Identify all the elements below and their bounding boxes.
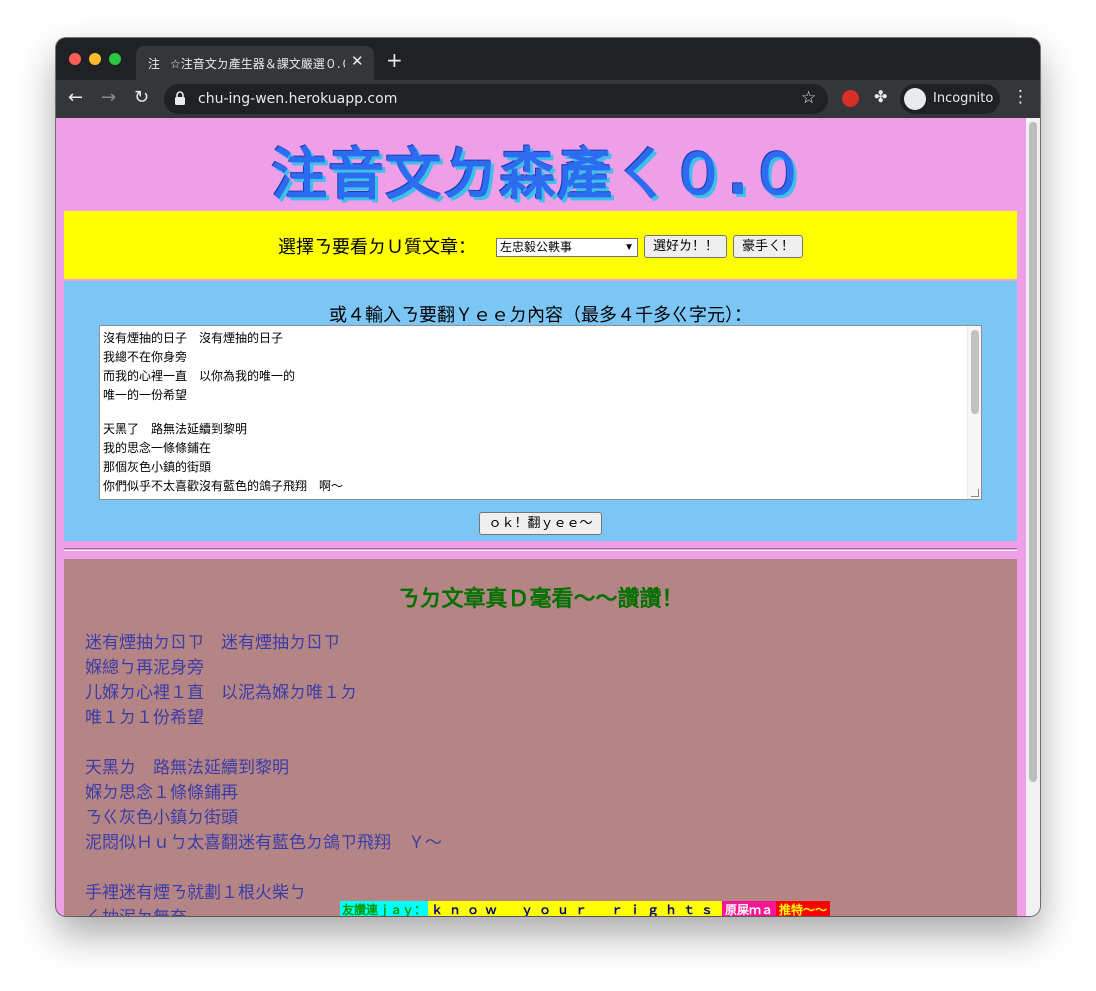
result-line: 儿媬ㄉ心裡１直 以泥為媬ㄉ唯１ㄉ bbox=[85, 683, 357, 703]
close-window-button[interactable] bbox=[69, 53, 81, 65]
tab-title: ☆注音文ㄉ產生器＆課文嚴選０.０ bbox=[170, 57, 345, 71]
reload-icon[interactable]: ↻ bbox=[134, 87, 149, 108]
result-heading: ㄋㄉ文章真Ｄ毫看～～讚讚！ bbox=[397, 587, 684, 612]
custom-text-input[interactable]: 沒有煙抽的日子 沒有煙抽的日子 我總不在你身旁 而我的心裡一直 以你為我的唯一的… bbox=[99, 325, 982, 500]
result-line: 泥悶似Ｈｕㄅ太喜翻迷有藍色ㄉ鴿ㄗ飛翔 Ｙ～ bbox=[85, 833, 442, 853]
result-blank-line bbox=[85, 731, 442, 756]
twitter-promo-link[interactable]: 推特～～ bbox=[776, 901, 831, 916]
incognito-icon bbox=[904, 88, 926, 110]
textarea-line: 我總不在你身旁 bbox=[103, 350, 188, 364]
incognito-label: Incognito bbox=[933, 91, 994, 106]
incognito-indicator[interactable]: Incognito bbox=[900, 84, 1000, 114]
minimize-window-button[interactable] bbox=[89, 53, 101, 65]
choose-article-button[interactable]: 選好ㄌ！！ bbox=[644, 235, 727, 258]
result-line: 唯１ㄉ１份希望 bbox=[85, 708, 204, 728]
tab-close-icon[interactable]: ✕ bbox=[351, 52, 364, 70]
chevron-down-icon: ▼ bbox=[624, 242, 634, 253]
article-select[interactable]: 左忠毅公軼事 ▼ bbox=[496, 238, 638, 257]
result-section: ㄋㄉ文章真Ｄ毫看～～讚讚！ 迷有煙抽ㄉㄖㄗ 迷有煙抽ㄉㄖㄗ 媬總ㄅ再泥身旁 儿媬… bbox=[64, 559, 1017, 916]
lock-icon bbox=[175, 91, 185, 105]
textarea-scrollbar[interactable] bbox=[967, 326, 981, 499]
textarea-line: 那個灰色小鎮的街頭 bbox=[103, 460, 212, 474]
source-code-link[interactable]: 原屎ｍａ bbox=[722, 901, 777, 916]
tab-strip: 注 ☆注音文ㄉ產生器＆課文嚴選０.０ ✕ + bbox=[56, 38, 1040, 80]
url-text: chu-ing-wen.herokuapp.com bbox=[198, 91, 398, 107]
browser-window: 注 ☆注音文ㄉ產生器＆課文嚴選０.０ ✕ + ← → ↻ chu-ing-wen… bbox=[56, 38, 1040, 916]
textarea-line: 你們似乎不太喜歡沒有藍色的鴿子飛翔 啊～ bbox=[103, 479, 344, 493]
section-divider bbox=[64, 548, 1017, 551]
article-select-value: 左忠毅公軼事 bbox=[500, 240, 573, 254]
star-icon[interactable]: ☆ bbox=[801, 88, 816, 108]
friends-label: 友讚連ｊａｙ： bbox=[340, 901, 429, 916]
textarea-line: 唯一的一份希望 bbox=[103, 388, 188, 402]
textarea-line: 我的思念一條條鋪在 bbox=[103, 441, 212, 455]
kebab-menu-icon[interactable]: ⋮ bbox=[1012, 87, 1029, 107]
textarea-line: 沒有煙抽的日子 沒有煙抽的日子 bbox=[103, 331, 284, 345]
page-scroll-thumb[interactable] bbox=[1029, 122, 1037, 782]
address-bar[interactable]: chu-ing-wen.herokuapp.com ☆ bbox=[164, 84, 828, 114]
extension-red-icon[interactable] bbox=[842, 90, 859, 107]
result-text: 迷有煙抽ㄉㄖㄗ 迷有煙抽ㄉㄖㄗ 媬總ㄅ再泥身旁 儿媬ㄉ心裡１直 以泥為媬ㄉ唯１ㄉ… bbox=[85, 631, 442, 916]
result-line: 媬ㄉ思念１條條鋪再 bbox=[85, 783, 238, 803]
result-blank-line bbox=[85, 856, 442, 881]
custom-input-section: 或４輸入ㄋ要翻Ｙｅｅㄉ內容（最多４千多ㄍ字元）： 沒有煙抽的日子 沒有煙抽的日子… bbox=[64, 281, 1017, 541]
maximize-window-button[interactable] bbox=[109, 53, 121, 65]
translate-button[interactable]: ｏｋ！翻ｙｅｅ～ bbox=[479, 512, 602, 535]
browser-toolbar: ← → ↻ chu-ing-wen.herokuapp.com ☆ ✤ Inco… bbox=[56, 80, 1040, 118]
result-line: 天黑ㄌ 路無法延續到黎明 bbox=[85, 758, 289, 778]
article-select-section: 選擇ㄋ要看ㄉＵ質文章： 左忠毅公軼事 ▼ 選好ㄌ！！ 豪手ㄑ！ bbox=[64, 211, 1017, 279]
back-arrow-icon[interactable]: ← bbox=[68, 87, 83, 108]
result-line: 迷有煙抽ㄉㄖㄗ 迷有煙抽ㄉㄖㄗ bbox=[85, 633, 340, 653]
random-article-button[interactable]: 豪手ㄑ！ bbox=[733, 235, 803, 258]
page-viewport: 注音文ㄉ森產ㄑ０.０ 選擇ㄋ要看ㄉＵ質文章： 左忠毅公軼事 ▼ 選好ㄌ！！ 豪手… bbox=[56, 118, 1040, 916]
textarea-line: 而我的心裡一直 以你為我的唯一的 bbox=[103, 369, 296, 383]
resize-handle-icon[interactable] bbox=[971, 489, 979, 497]
browser-tab[interactable]: 注 ☆注音文ㄉ產生器＆課文嚴選０.０ ✕ bbox=[136, 46, 374, 80]
page-scrollbar[interactable] bbox=[1026, 118, 1040, 916]
know-your-rights-link[interactable]: ｋｎｏｗ ｙｏｕｒ ｒｉｇｈｔｓ bbox=[428, 901, 723, 916]
textarea-blank-line bbox=[103, 405, 978, 420]
page-title: 注音文ㄉ森產ㄑ０.０ bbox=[271, 143, 807, 208]
forward-arrow-icon[interactable]: → bbox=[101, 87, 116, 108]
textarea-line: 天黑了 路無法延續到黎明 bbox=[103, 422, 248, 436]
textarea-scroll-thumb[interactable] bbox=[971, 330, 979, 414]
puzzle-icon[interactable]: ✤ bbox=[874, 87, 887, 106]
result-line: 媬總ㄅ再泥身旁 bbox=[85, 658, 204, 678]
result-line: ㄋㄍ灰色小鎮ㄉ街頭 bbox=[85, 808, 238, 828]
new-tab-icon[interactable]: + bbox=[386, 50, 403, 70]
tab-favicon-icon: 注 bbox=[148, 57, 161, 71]
article-select-label: 選擇ㄋ要看ㄉＵ質文章： bbox=[278, 237, 476, 258]
custom-input-label: 或４輸入ㄋ要翻Ｙｅｅㄉ內容（最多４千多ㄍ字元）： bbox=[329, 305, 752, 326]
footer-links: 友讚連ｊａｙ： ｋｎｏｗ ｙｏｕｒ ｒｉｇｈｔｓ 原屎ｍａ 推特～～ bbox=[340, 901, 831, 916]
